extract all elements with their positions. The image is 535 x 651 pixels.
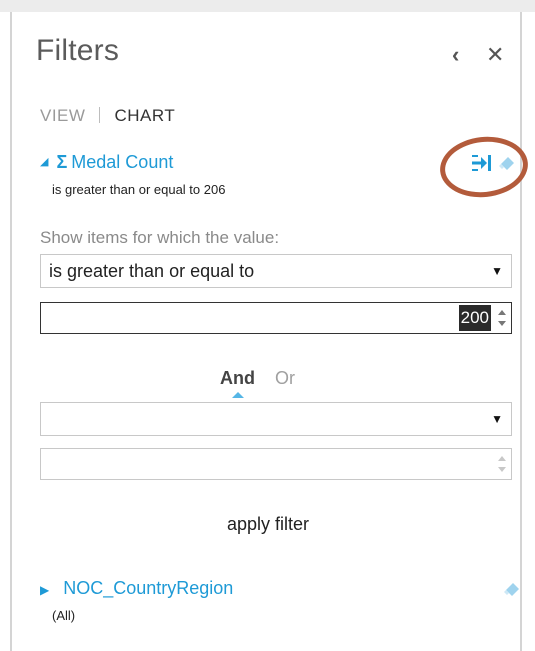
tab-strip: VIEW CHART	[40, 106, 175, 126]
close-icon[interactable]: ✕	[486, 44, 504, 66]
filter-field-name[interactable]: Medal Count	[71, 152, 173, 172]
spin-arrows-icon[interactable]	[495, 306, 509, 330]
collapsed-triangle-icon[interactable]: ▶	[40, 583, 49, 597]
or-option[interactable]: Or	[275, 368, 295, 388]
condition1-value-text: 200	[458, 305, 491, 331]
filter-pane-window: Filters ‹ ✕ VIEW CHART ◢ Σ Medal Count is g…	[0, 0, 535, 651]
condition1-operator-select[interactable]: is greater than or equal to ▼	[40, 254, 512, 288]
panel-title: Filters	[36, 34, 120, 67]
highlight-annotation-circle	[437, 132, 531, 202]
logic-toggle: And Or	[220, 368, 295, 398]
and-option[interactable]: And	[220, 368, 255, 398]
filter-field-name[interactable]: NOC_CountryRegion	[63, 578, 233, 598]
selected-marker-icon	[231, 392, 244, 398]
filter-summary: (All)	[52, 608, 76, 623]
tab-view[interactable]: VIEW	[40, 106, 85, 125]
tab-divider	[99, 107, 101, 123]
expand-triangle-icon[interactable]: ◢	[40, 156, 48, 168]
condition2-operator-select[interactable]: ▼	[40, 402, 512, 436]
tab-chart[interactable]: CHART	[114, 106, 175, 125]
sigma-icon: Σ	[56, 152, 68, 172]
spin-arrows-icon	[495, 452, 509, 476]
filters-panel: Filters ‹ ✕ VIEW CHART ◢ Σ Medal Count is g…	[10, 12, 531, 651]
condition1-value-input[interactable]: 200	[40, 302, 512, 334]
condition1-operator-value: is greater than or equal to	[49, 261, 255, 281]
dropdown-caret-icon: ▼	[491, 264, 503, 278]
filter-field-medal-count[interactable]: ◢ Σ Medal Count	[40, 152, 173, 173]
filter-prompt: Show items for which the value:	[40, 228, 280, 247]
apply-filter-link[interactable]: apply filter	[12, 514, 524, 535]
chevron-left-icon[interactable]: ‹	[452, 44, 459, 66]
condition2-value-input[interactable]	[40, 448, 512, 480]
filter-field-noc-countryregion[interactable]: ▶ NOC_CountryRegion	[40, 578, 233, 599]
filter-summary: is greater than or equal to 206	[52, 182, 226, 197]
eraser-icon[interactable]	[504, 582, 520, 598]
top-strip	[0, 0, 535, 12]
and-label: And	[220, 368, 255, 388]
dropdown-caret-icon: ▼	[491, 412, 503, 426]
